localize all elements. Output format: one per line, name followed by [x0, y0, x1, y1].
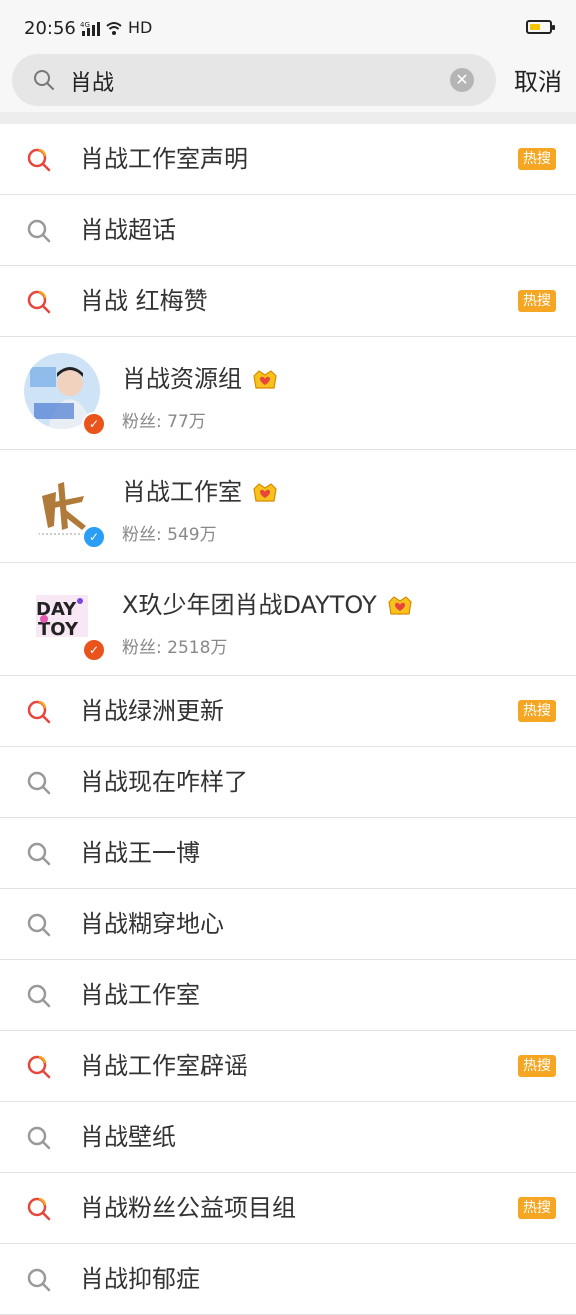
hot-search-icon [27, 1197, 51, 1221]
cancel-button[interactable]: 取消 [514, 62, 562, 97]
search-icon [34, 70, 54, 90]
suggestion-row[interactable]: 肖战工作室辟谣 热搜 [0, 1031, 576, 1102]
search-icon [27, 913, 51, 937]
hot-badge: 热搜 [518, 1055, 556, 1077]
hot-search-icon [27, 148, 51, 172]
suggestion-text: 肖战粉丝公益项目组 [80, 1194, 296, 1222]
battery-icon [526, 20, 555, 34]
suggestion-text: 肖战 红梅赞 [80, 287, 208, 315]
hot-search-icon [27, 700, 51, 724]
suggestion-row[interactable]: 肖战粉丝公益项目组 热搜 [0, 1173, 576, 1244]
hot-badge: 热搜 [518, 148, 556, 170]
verified-badge-icon: ✓ [82, 638, 106, 662]
search-icon [27, 1268, 51, 1292]
member-crown-icon [387, 596, 412, 615]
battery-level [530, 24, 540, 30]
suggestion-row[interactable]: 肖战现在咋样了 [0, 747, 576, 818]
suggestion-text: 肖战抑郁症 [80, 1265, 200, 1293]
user-row[interactable]: ✓ 肖战工作室粉丝: 549万 [0, 450, 576, 563]
search-box[interactable]: ✕ [12, 54, 496, 106]
clear-icon[interactable]: ✕ [450, 68, 474, 92]
user-fans-count: 粉丝: 77万 [122, 412, 206, 432]
user-fans-count: 粉丝: 2518万 [122, 638, 228, 658]
svg-text:4G: 4G [80, 21, 90, 29]
suggestion-text: 肖战王一博 [80, 839, 200, 867]
user-name-text: X玖少年团肖战DAYTOY [122, 591, 377, 619]
user-name: 肖战资源组 [122, 359, 278, 394]
verified-badge-icon: ✓ [82, 412, 106, 436]
search-icon [27, 984, 51, 1008]
user-name-text: 肖战工作室 [122, 478, 242, 506]
hot-badge: 热搜 [518, 290, 556, 312]
user-name: 肖战工作室 [122, 472, 278, 507]
suggestion-row[interactable]: 肖战超话 [0, 195, 576, 266]
user-name: X玖少年团肖战DAYTOY [122, 585, 413, 620]
search-header: ✕ 取消 [0, 48, 576, 112]
search-icon [27, 842, 51, 866]
hot-badge: 热搜 [518, 1197, 556, 1219]
user-name-text: 肖战资源组 [122, 365, 242, 393]
member-crown-icon [253, 483, 277, 502]
user-fans-count: 粉丝: 549万 [122, 525, 217, 545]
hot-search-icon [27, 1055, 51, 1079]
search-input[interactable] [68, 62, 452, 100]
suggestion-row[interactable]: 肖战工作室 [0, 960, 576, 1031]
suggestion-row[interactable]: 肖战工作室声明 热搜 [0, 124, 576, 195]
member-crown-icon [253, 370, 277, 389]
hd-indicator: HD [128, 18, 153, 37]
suggestion-row[interactable]: 肖战壁纸 [0, 1102, 576, 1173]
status-time: 20:56 [24, 18, 76, 39]
suggestion-text: 肖战工作室 [80, 981, 200, 1009]
suggestion-row[interactable]: 肖战糊穿地心 [0, 889, 576, 960]
suggestion-text: 肖战糊穿地心 [80, 910, 224, 938]
hot-badge: 热搜 [518, 700, 556, 722]
divider [0, 112, 576, 124]
suggestion-row[interactable]: 肖战绿洲更新 热搜 [0, 676, 576, 747]
suggestion-row[interactable]: 肖战王一博 [0, 818, 576, 889]
user-row[interactable]: DAY TOY ✓ X玖少年团肖战DAYTOY 粉丝: 2518万 [0, 563, 576, 676]
suggestion-text: 肖战壁纸 [80, 1123, 176, 1151]
search-icon [27, 219, 51, 243]
suggestion-text: 肖战绿洲更新 [80, 697, 224, 725]
user-row[interactable]: ✓ 肖战资源组粉丝: 77万 [0, 337, 576, 450]
suggestion-text: 肖战工作室声明 [80, 145, 248, 173]
search-icon [27, 1126, 51, 1150]
suggestion-text: 肖战现在咋样了 [80, 768, 248, 796]
signal-icon: 4G [80, 21, 122, 36]
network-indicator: 4G HD [80, 18, 152, 37]
suggestion-text: 肖战超话 [80, 216, 176, 244]
hot-search-icon [27, 290, 51, 314]
suggestion-text: 肖战工作室辟谣 [80, 1052, 248, 1080]
suggestion-list: 肖战工作室声明 热搜 肖战超话 肖战 红梅赞 热搜 ✓ 肖战资源组 粉丝: 77万 ✓ 肖战工作室… [0, 124, 576, 1315]
verified-badge-icon: ✓ [82, 525, 106, 549]
suggestion-row[interactable]: 肖战 红梅赞 热搜 [0, 266, 576, 337]
search-icon [27, 771, 51, 795]
